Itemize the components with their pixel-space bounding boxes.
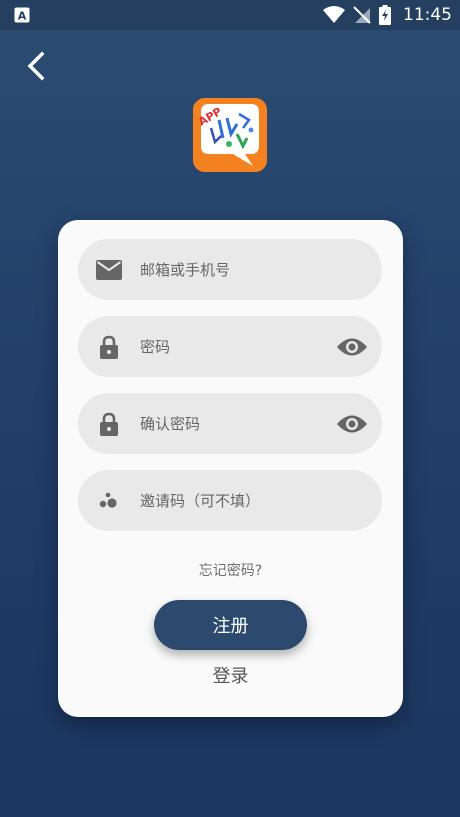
- password-field[interactable]: [78, 316, 382, 377]
- back-button[interactable]: [20, 50, 52, 82]
- lock-icon: [96, 334, 122, 360]
- status-bar: A 11:45: [0, 0, 460, 30]
- no-signal-icon: [353, 6, 371, 24]
- logo-artwork: APP: [193, 98, 267, 172]
- eye-icon[interactable]: [336, 413, 368, 435]
- battery-charging-icon: [379, 5, 391, 25]
- invite-icon: [96, 488, 122, 514]
- account-input[interactable]: [140, 239, 330, 300]
- status-icons: 11:45: [323, 4, 452, 26]
- chevron-left-icon: [27, 51, 45, 81]
- account-field[interactable]: [78, 239, 382, 300]
- forgot-password-link[interactable]: 忘记密码?: [58, 560, 403, 580]
- confirm-password-input[interactable]: [140, 393, 330, 454]
- lock-icon: [96, 411, 122, 437]
- password-input[interactable]: [140, 316, 330, 377]
- register-card: 忘记密码? 注册 登录: [58, 220, 403, 717]
- register-button[interactable]: 注册: [154, 600, 307, 650]
- status-time: 11:45: [403, 5, 452, 25]
- invite-code-input[interactable]: [140, 470, 330, 531]
- mail-icon: [96, 257, 122, 283]
- app-logo: APP: [193, 98, 267, 172]
- wifi-icon: [323, 6, 345, 23]
- notification-a-icon: A: [14, 7, 30, 23]
- eye-icon[interactable]: [336, 336, 368, 358]
- login-link[interactable]: 登录: [58, 662, 403, 688]
- confirm-password-field[interactable]: [78, 393, 382, 454]
- invite-code-field[interactable]: [78, 470, 382, 531]
- svg-text:A: A: [18, 10, 27, 23]
